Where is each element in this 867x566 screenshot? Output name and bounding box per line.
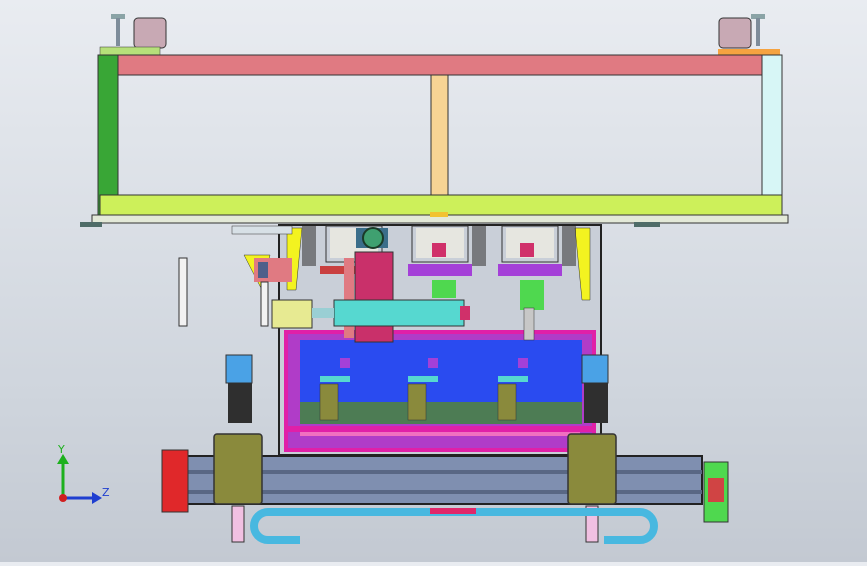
left-actuator <box>225 354 253 423</box>
top-beam <box>99 54 781 76</box>
right-post <box>761 54 783 216</box>
left-carriage <box>213 433 263 505</box>
y-axis-label: Y <box>58 443 65 456</box>
left-rod-2 <box>260 281 269 327</box>
z-axis-label: Z <box>102 486 110 499</box>
view-triad <box>57 454 102 504</box>
assembly-drawing <box>57 14 789 544</box>
right-carriage <box>567 433 617 505</box>
teal-cylinder <box>333 299 465 327</box>
left-post <box>97 54 119 216</box>
left-motor <box>161 449 189 513</box>
center-post <box>430 74 449 196</box>
right-actuator <box>581 354 609 423</box>
blue-panel <box>300 340 582 404</box>
green-panel <box>300 402 582 424</box>
right-caster <box>718 14 780 56</box>
yellow-end-cap <box>271 299 313 329</box>
left-rod <box>178 257 188 327</box>
linear-rail <box>185 455 703 505</box>
cad-viewport[interactable] <box>0 0 867 562</box>
drive-motor <box>362 227 384 249</box>
left-caster <box>99 14 167 56</box>
slide-plate <box>354 251 394 343</box>
